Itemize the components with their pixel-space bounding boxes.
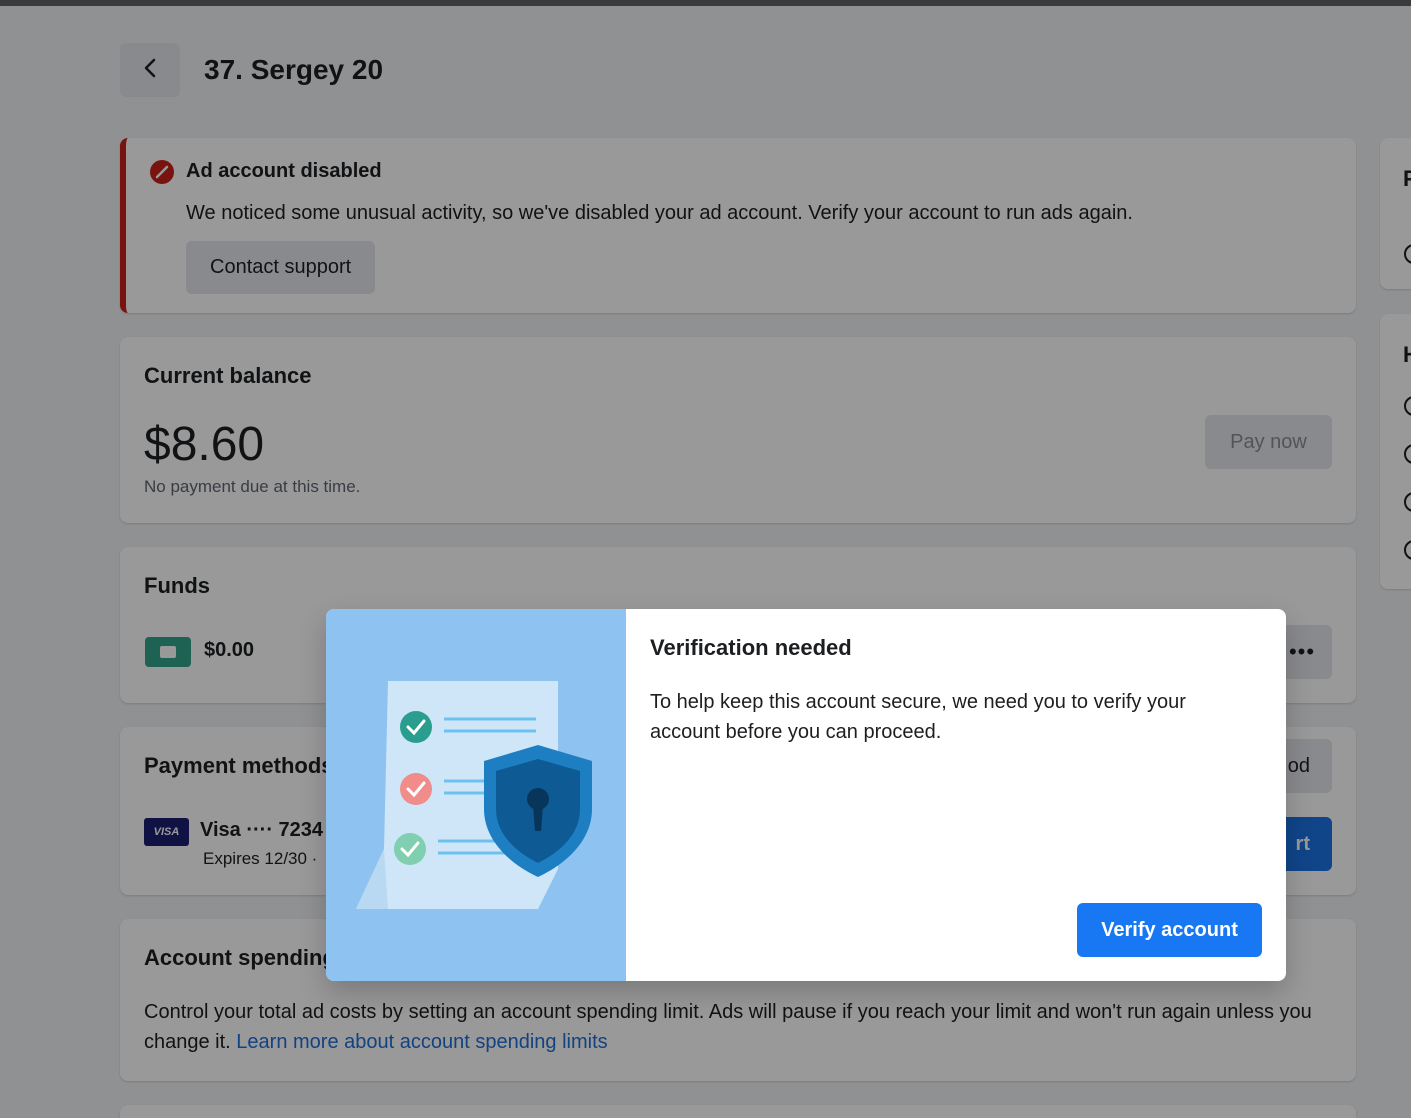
- dialog-body: Verification needed To help keep this ac…: [626, 609, 1286, 981]
- verification-dialog: Verification needed To help keep this ac…: [326, 609, 1286, 981]
- verify-account-button[interactable]: Verify account: [1077, 903, 1262, 957]
- dialog-message: To help keep this account secure, we nee…: [650, 691, 1186, 743]
- dialog-title: Verification needed: [650, 635, 852, 660]
- security-illustration: [326, 609, 626, 981]
- top-bar: [0, 0, 1411, 6]
